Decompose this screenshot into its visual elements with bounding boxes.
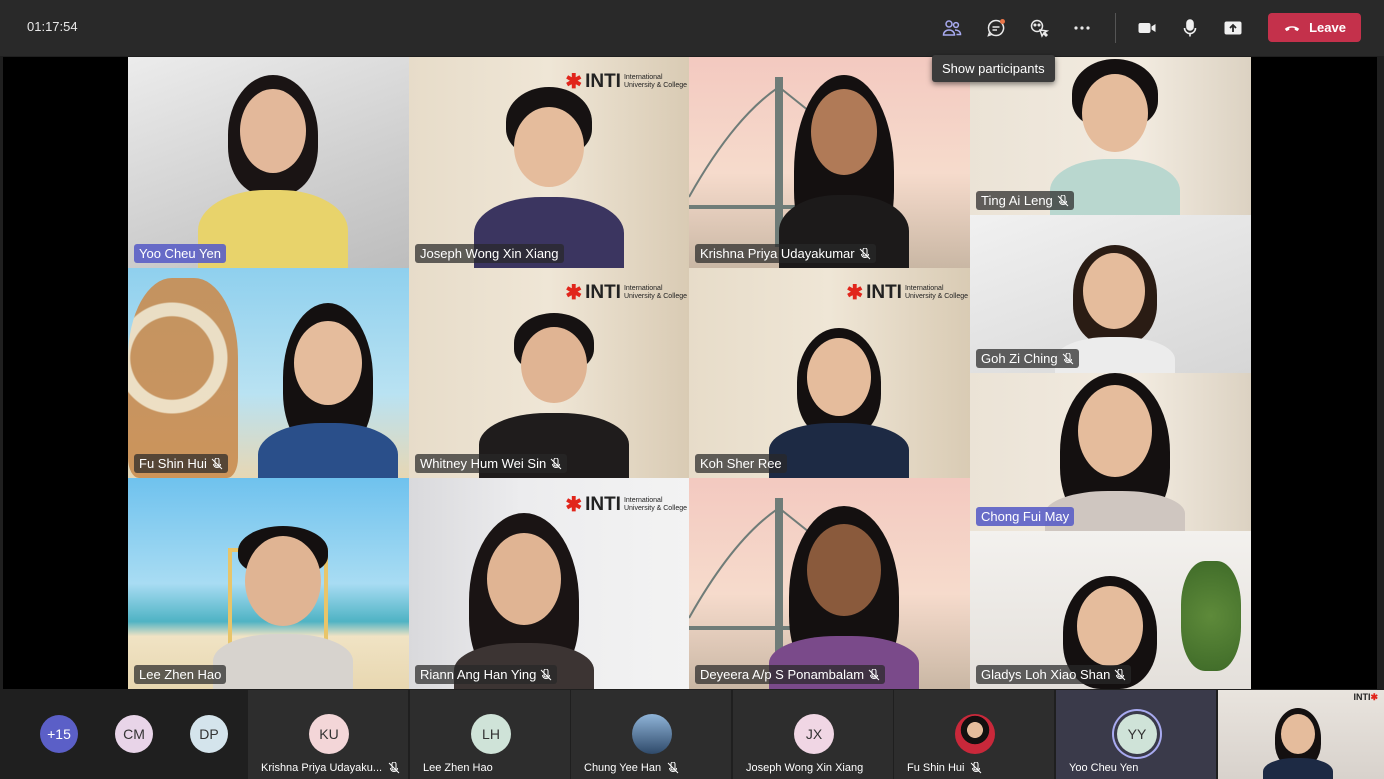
mic-off-icon [859,247,870,259]
avatar: KU [309,714,349,754]
inti-logo: ✱ INTI International University & College [846,281,968,305]
more-participants-button[interactable]: +15 [40,715,78,753]
mic-off-icon [1115,668,1126,680]
video-grid: Yoo Cheu Yen ✱ INTI International Universit… [128,57,1251,689]
people-icon[interactable] [938,14,966,42]
giraffe-background [128,278,238,478]
share-icon[interactable] [1219,14,1247,42]
participant-name-tag: Koh Sher Ree [695,454,787,473]
avatar: YY [1117,714,1157,754]
video-tile[interactable]: Krishna Priya Udayakumar [689,57,970,268]
participant-tile[interactable]: LH Lee Zhen Hao [410,690,570,779]
camera-icon[interactable] [1133,14,1161,42]
participant-name-tag: Goh Zi Ching [976,349,1079,368]
participant-name: Lee Zhen Hao [423,762,493,774]
self-view-video[interactable]: INTI✱ [1218,690,1384,779]
participant-strip: +15 CM DP KU Krishna Priya Udayaku... LH… [0,690,1384,779]
video-tile[interactable]: Goh Zi Ching [970,215,1251,373]
mic-off-icon [971,762,982,774]
participant-name-tag: Joseph Wong Xin Xiang [415,244,564,263]
participant-name-tag: Deyeera A/p S Ponambalam [695,665,886,684]
reactions-icon[interactable] [1025,14,1053,42]
participant-name: Yoo Cheu Yen [1069,762,1139,774]
mic-off-icon [541,668,552,680]
avatar: LH [471,714,511,754]
participant-name-tag: Riann Ang Han Ying [415,665,558,684]
avatar[interactable]: CM [115,715,153,753]
participant-name: Joseph Wong Xin Xiang [746,762,864,774]
participant-name-tag: Chong Fui May [976,507,1075,526]
video-tile[interactable]: Lee Zhen Hao [128,478,409,689]
self-view-logo: INTI✱ [1353,692,1378,702]
avatar [955,714,995,754]
participant-name-tag: Yoo Cheu Yen [134,244,226,263]
avatar: JX [794,714,834,754]
mic-off-icon [388,762,400,774]
video-tile[interactable]: ✱ INTI International University & College W… [409,268,689,478]
toolbar-divider [1115,13,1116,43]
participant-name-tag: Lee Zhen Hao [134,665,227,684]
mic-icon[interactable] [1176,14,1204,42]
video-tile[interactable]: ✱ INTI International University & College K… [689,268,970,478]
mic-off-icon [868,668,880,680]
participant-name: Fu Shin Hui [907,762,982,774]
participant-tile[interactable]: KU Krishna Priya Udayaku... [248,690,408,779]
meeting-toolbar: 01:17:54 Leave [0,0,1384,56]
video-tile[interactable]: Gladys Loh Xiao Shan [970,531,1251,689]
phone-hangup-icon [1284,25,1300,31]
mic-off-icon [667,762,679,774]
show-participants-tooltip: Show participants [932,55,1055,82]
participant-name: Chung Yee Han [584,762,679,774]
participant-name-tag: Whitney Hum Wei Sin [415,454,568,473]
avatar [632,714,672,754]
participant-tile[interactable]: Fu Shin Hui [894,690,1054,779]
more-icon[interactable] [1068,14,1096,42]
video-tile[interactable]: ✱ INTI International University & College R… [409,478,689,689]
avatar[interactable]: DP [190,715,228,753]
participant-name: Krishna Priya Udayaku... [261,762,400,774]
video-tile[interactable]: Yoo Cheu Yen [128,57,409,268]
video-tile[interactable]: Chong Fui May [970,373,1251,531]
mic-off-icon [550,457,562,469]
leave-label: Leave [1309,20,1346,35]
participant-tile[interactable]: JX Joseph Wong Xin Xiang [733,690,893,779]
plant-background [1181,561,1241,671]
participant-tile[interactable]: Chung Yee Han [571,690,731,779]
mic-off-icon [211,457,223,469]
inti-logo: ✱ INTI International University & College [565,281,687,305]
video-tile[interactable]: Deyeera A/p S Ponambalam [689,478,970,689]
participant-name-tag: Gladys Loh Xiao Shan [976,665,1132,684]
participant-name-tag: Krishna Priya Udayakumar [695,244,876,263]
participant-name-tag: Ting Ai Leng [976,191,1074,210]
participant-tile[interactable]: YY Yoo Cheu Yen [1056,690,1216,779]
meeting-timer: 01:17:54 [27,19,78,34]
video-tile[interactable]: Fu Shin Hui [128,268,409,478]
chat-icon[interactable] [982,14,1010,42]
mic-off-icon [1062,352,1073,364]
mic-off-icon [1057,194,1069,206]
participant-name-tag: Fu Shin Hui [134,454,228,473]
leave-button[interactable]: Leave [1268,13,1361,42]
video-tile[interactable]: ✱ INTI International University & College J… [409,57,689,268]
